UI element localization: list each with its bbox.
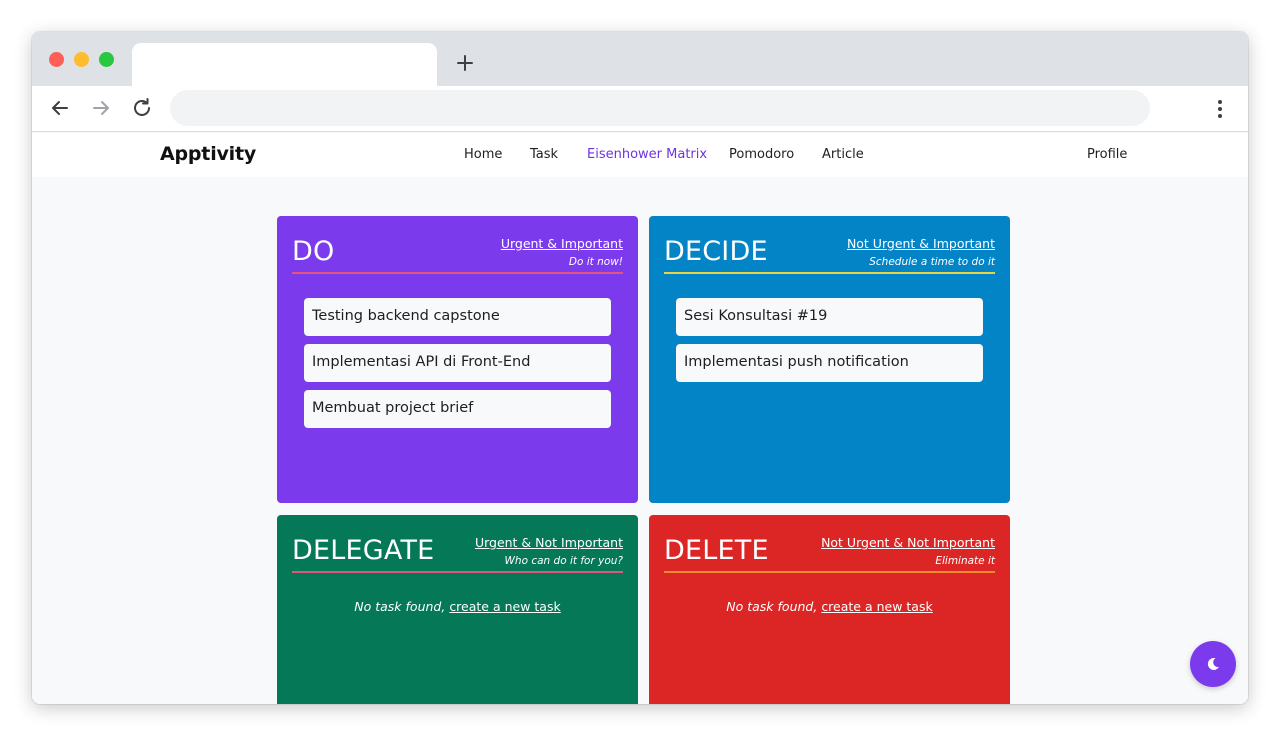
- quadrant-title: DELEGATE: [292, 535, 435, 566]
- quadrant-divider: [292, 571, 623, 573]
- task-card[interactable]: Testing backend capstone: [304, 298, 611, 336]
- quadrant-label-link[interactable]: Not Urgent & Important: [847, 236, 995, 251]
- address-bar[interactable]: [170, 90, 1150, 126]
- tab-bar: [32, 32, 1248, 86]
- quadrant-label-link[interactable]: Urgent & Important: [501, 236, 623, 251]
- app-logo[interactable]: Apptivity: [160, 143, 256, 165]
- quadrant-subtitle: Do it now!: [568, 256, 623, 268]
- kebab-menu-icon[interactable]: [1208, 97, 1232, 121]
- quadrant-title: DECIDE: [664, 236, 768, 267]
- reload-icon[interactable]: [130, 96, 154, 120]
- app-navbar: Apptivity Home Task Eisenhower Matrix Po…: [32, 133, 1248, 177]
- nav-home[interactable]: Home: [464, 147, 502, 162]
- quadrant-label-link[interactable]: Not Urgent & Not Important: [821, 535, 995, 550]
- quadrant-divider: [664, 571, 995, 573]
- quadrant-divider: [664, 272, 995, 274]
- task-card[interactable]: Sesi Konsultasi #19: [676, 298, 983, 336]
- quadrant-subtitle: Eliminate it: [935, 555, 995, 567]
- quadrant-delegate: DELEGATE Urgent & Not Important Who can …: [277, 515, 638, 704]
- task-card[interactable]: Implementasi push notification: [676, 344, 983, 382]
- maximize-window-button[interactable]: [99, 52, 114, 67]
- task-card[interactable]: Implementasi API di Front-End: [304, 344, 611, 382]
- quadrant-do: DO Urgent & Important Do it now! Testing…: [277, 216, 638, 503]
- quadrant-title: DO: [292, 236, 335, 267]
- create-task-link[interactable]: create a new task: [449, 599, 560, 614]
- empty-message: No task found,: [354, 599, 446, 614]
- minimize-window-button[interactable]: [74, 52, 89, 67]
- quadrant-title: DELETE: [664, 535, 769, 566]
- create-task-link[interactable]: create a new task: [821, 599, 932, 614]
- task-card[interactable]: Membuat project brief: [304, 390, 611, 428]
- matrix-content: DO Urgent & Important Do it now! Testing…: [32, 177, 1248, 704]
- nav-profile[interactable]: Profile: [1087, 147, 1127, 162]
- empty-message: No task found,: [726, 599, 818, 614]
- quadrant-subtitle: Who can do it for you?: [504, 555, 623, 567]
- quadrant-subtitle: Schedule a time to do it: [869, 256, 995, 268]
- arrow-right-icon[interactable]: [89, 96, 113, 120]
- browser-tab[interactable]: [132, 43, 437, 86]
- quadrant-decide: DECIDE Not Urgent & Important Schedule a…: [649, 216, 1010, 503]
- empty-state: No task found, create a new task: [277, 599, 638, 614]
- dark-mode-toggle-button[interactable]: [1190, 641, 1236, 687]
- nav-task[interactable]: Task: [530, 147, 558, 162]
- plus-icon[interactable]: [452, 50, 478, 76]
- empty-state: No task found, create a new task: [649, 599, 1010, 614]
- browser-window: Apptivity Home Task Eisenhower Matrix Po…: [32, 32, 1248, 704]
- quadrant-label-link[interactable]: Urgent & Not Important: [475, 535, 623, 550]
- nav-eisenhower-matrix[interactable]: Eisenhower Matrix: [587, 147, 707, 162]
- arrow-left-icon[interactable]: [48, 96, 72, 120]
- quadrant-divider: [292, 272, 623, 274]
- browser-toolbar: [32, 86, 1248, 132]
- quadrant-delete: DELETE Not Urgent & Not Important Elimin…: [649, 515, 1010, 704]
- nav-pomodoro[interactable]: Pomodoro: [729, 147, 794, 162]
- close-window-button[interactable]: [49, 52, 64, 67]
- nav-article[interactable]: Article: [822, 147, 864, 162]
